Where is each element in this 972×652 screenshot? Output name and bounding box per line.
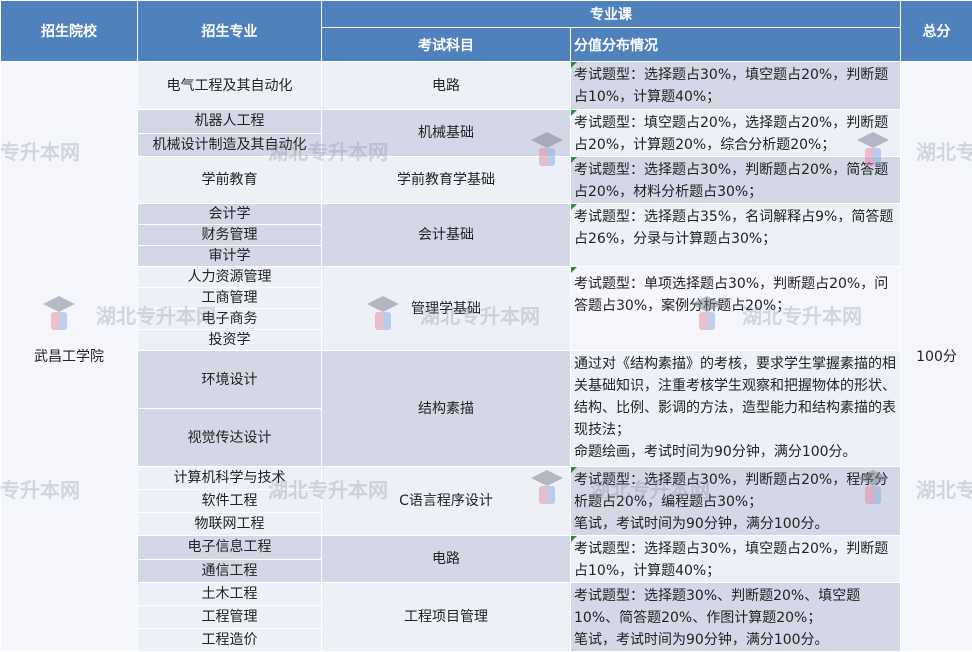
- major-cell: 机械设计制造及其自动化: [138, 133, 322, 157]
- distribution-cell: 考试题型：选择题30%、判断题20%、填空题10%、简答题20%、作图计算题20…: [571, 583, 901, 652]
- major-cell: 人力资源管理: [138, 267, 322, 288]
- school-cell: 武昌工学院: [1, 62, 138, 652]
- header-course-group: 专业课: [322, 1, 901, 28]
- distribution-cell: 考试题型：选择题占30%，判断题占20%，简答题占20%，材料分析题占30%；: [571, 157, 901, 204]
- distribution-text: 考试题型：选择题30%、判断题20%、填空题10%、简答题20%、作图计算题20…: [574, 585, 898, 651]
- major-cell: 视觉传达设计: [138, 409, 322, 467]
- header-school: 招生院校: [1, 1, 138, 62]
- distribution-text: 通过对《结构素描》的考核，要求学生掌握素描的相关基础知识，注重考核学生观察和把握…: [574, 353, 898, 463]
- major-cell: 工程造价: [138, 629, 322, 652]
- major-cell: 电子信息工程: [138, 536, 322, 560]
- major-cell: 软件工程: [138, 490, 322, 513]
- subject-cell: 管理学基础: [322, 267, 571, 351]
- distribution-cell: 通过对《结构素描》的考核，要求学生掌握素描的相关基础知识，注重考核学生观察和把握…: [571, 351, 901, 467]
- distribution-cell: 考试题型：单项选择题占30%，判断题占20%，问答题占30%，案例分析题占20%…: [571, 267, 901, 351]
- major-cell: 工程管理: [138, 606, 322, 629]
- major-cell: 工商管理: [138, 288, 322, 309]
- total-cell: 100分: [901, 62, 972, 652]
- distribution-cell: 考试题型：选择题占30%，填空题占20%，判断题占10%，计算题40%；: [571, 536, 901, 583]
- header-distribution: 分值分布情况: [571, 28, 901, 62]
- major-cell: 会计学: [138, 204, 322, 225]
- major-cell: 审计学: [138, 246, 322, 267]
- major-cell: 电子商务: [138, 309, 322, 330]
- major-cell: 计算机科学与技术: [138, 467, 322, 490]
- subject-cell: 电路: [322, 62, 571, 110]
- subject-cell: C语言程序设计: [322, 467, 571, 536]
- distribution-text: 考试题型：选择题占30%，判断题占20%，程序分析题占20%，编程题占30%； …: [574, 469, 898, 535]
- distribution-text: 考试题型：选择题占30%，填空题占20%，判断题占10%，计算题40%；: [574, 538, 898, 582]
- admission-table: 招生院校 招生专业 专业课 总分 考试科目 分值分布情况 武昌工学院 电气工程及…: [0, 0, 972, 652]
- major-cell: 电气工程及其自动化: [138, 62, 322, 110]
- distribution-cell: 考试题型：选择题占30%，判断题占20%，程序分析题占20%，编程题占30%； …: [571, 467, 901, 536]
- distribution-cell: 考试题型：选择题占35%，名词解释占9%，简答题占26%，分录与计算题占30%；: [571, 204, 901, 267]
- distribution-text: 考试题型：填空题占20%，选择题占20%，判断题占20%，计算题20%，综合分析…: [574, 112, 898, 156]
- subject-cell: 学前教育学基础: [322, 157, 571, 204]
- subject-cell: 机械基础: [322, 110, 571, 157]
- header-major: 招生专业: [138, 1, 322, 62]
- distribution-cell: 考试题型：选择题占30%，填空题占20%，判断题占10%，计算题40%；: [571, 62, 901, 110]
- distribution-cell: 考试题型：填空题占20%，选择题占20%，判断题占20%，计算题20%，综合分析…: [571, 110, 901, 157]
- distribution-text: 考试题型：选择题占30%，填空题占20%，判断题占10%，计算题40%；: [574, 64, 898, 108]
- distribution-text: 考试题型：选择题占35%，名词解释占9%，简答题占26%，分录与计算题占30%；: [574, 206, 898, 250]
- major-cell: 学前教育: [138, 157, 322, 204]
- major-cell: 通信工程: [138, 559, 322, 583]
- subject-cell: 工程项目管理: [322, 583, 571, 652]
- major-cell: 投资学: [138, 330, 322, 351]
- major-cell: 机器人工程: [138, 110, 322, 134]
- subject-cell: 会计基础: [322, 204, 571, 267]
- major-cell: 财务管理: [138, 225, 322, 246]
- major-cell: 土木工程: [138, 583, 322, 606]
- major-cell: 环境设计: [138, 351, 322, 409]
- subject-cell: 结构素描: [322, 351, 571, 467]
- distribution-text: 考试题型：选择题占30%，判断题占20%，简答题占20%，材料分析题占30%；: [574, 159, 898, 203]
- major-cell: 物联网工程: [138, 513, 322, 536]
- distribution-text: 考试题型：单项选择题占30%，判断题占20%，问答题占30%，案例分析题占20%…: [574, 273, 898, 317]
- header-total: 总分: [901, 1, 972, 62]
- subject-cell: 电路: [322, 536, 571, 583]
- header-subject: 考试科目: [322, 28, 571, 62]
